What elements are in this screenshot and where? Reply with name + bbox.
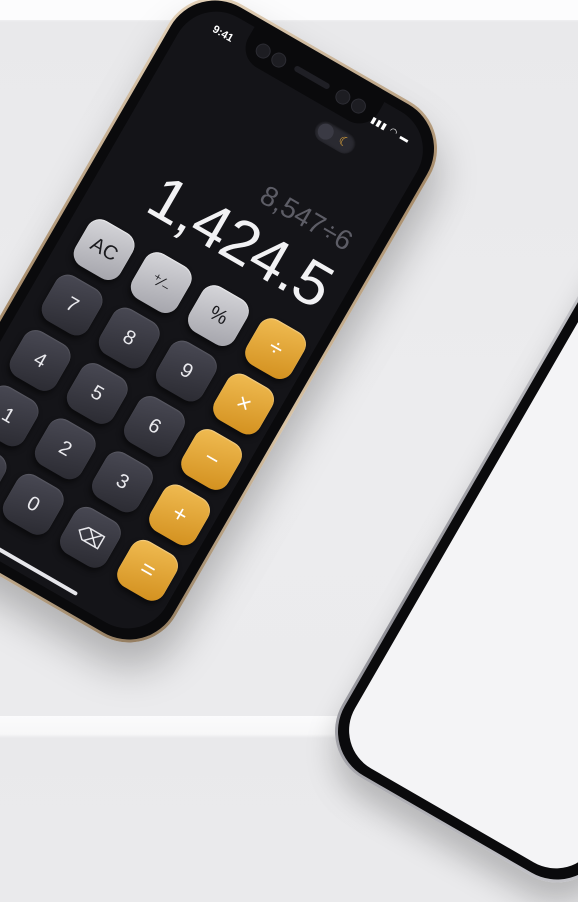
multiply-button[interactable]: × [208, 368, 280, 440]
moon-icon: ☾ [335, 132, 354, 152]
phone-notch [237, 25, 386, 132]
phone-light: 9:41 ▮▮▮ ◠ ▬ ☼ [315, 217, 578, 902]
camera-dot [348, 95, 369, 117]
speaker-grille [293, 64, 331, 91]
backspace-button[interactable]: ⌫ [54, 501, 126, 573]
digit-0-button[interactable]: 0 [0, 468, 69, 540]
calculator-screen: 9:41 ▮▮▮ ◠ ▬ ☾ 8,547÷6 1,424.5 AC ⁺∕₋ % … [0, 0, 440, 645]
toggle-knob [314, 120, 337, 143]
minus-button[interactable]: − [176, 423, 248, 495]
digit-9-button[interactable]: 9 [150, 335, 222, 407]
plus-button[interactable]: + [144, 479, 216, 551]
status-icons: ▮▮▮ ◠ ▬ [369, 114, 412, 146]
top-strip [0, 0, 578, 20]
divide-button[interactable]: ÷ [240, 313, 312, 385]
light-screen: 9:41 ▮▮▮ ◠ ▬ ☼ [332, 235, 578, 885]
digit-1-button[interactable]: 1 [0, 380, 44, 452]
digit-5-button[interactable]: 5 [61, 357, 133, 429]
digit-2-button[interactable]: 2 [29, 413, 101, 485]
plus-minus-button[interactable]: ⁺∕₋ [125, 247, 197, 319]
digit-3-button[interactable]: 3 [86, 446, 158, 518]
digit-8-button[interactable]: 8 [93, 302, 165, 374]
digit-4-button[interactable]: 4 [4, 324, 76, 396]
phone-dark: 9:41 ▮▮▮ ◠ ▬ ☾ 8,547÷6 1,424.5 AC ⁺∕₋ % … [0, 0, 457, 663]
digit-7-button[interactable]: 7 [36, 269, 108, 341]
digit-6-button[interactable]: 6 [118, 390, 190, 462]
phone-bezel: 9:41 ▮▮▮ ◠ ▬ ☾ 8,547÷6 1,424.5 AC ⁺∕₋ % … [0, 0, 453, 659]
phone-bezel: 9:41 ▮▮▮ ◠ ▬ ☼ [319, 221, 578, 899]
all-clear-button[interactable]: AC [68, 214, 140, 286]
equals-button[interactable]: = [112, 534, 184, 606]
sensor-dot [268, 49, 290, 71]
status-time: 9:41 [210, 23, 236, 45]
percent-button[interactable]: % [182, 280, 254, 352]
